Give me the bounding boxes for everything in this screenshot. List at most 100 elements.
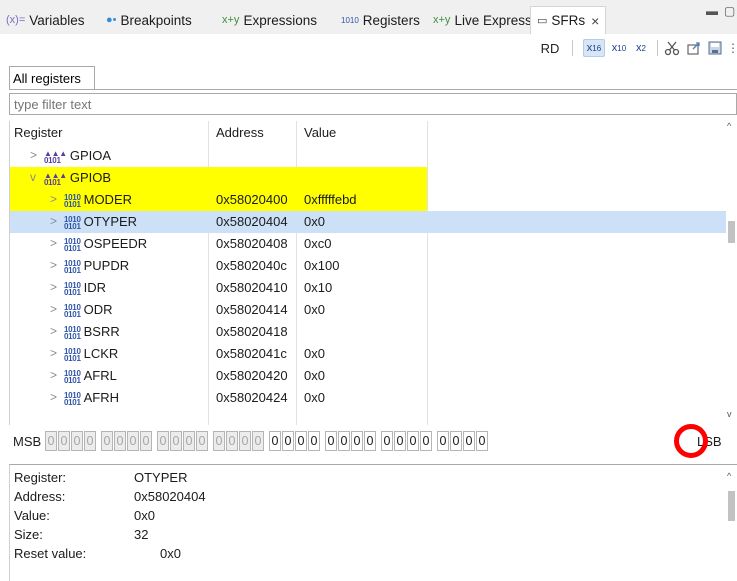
- tab-registers[interactable]: 1010 Registers: [341, 9, 420, 31]
- export-icon[interactable]: [686, 40, 702, 56]
- bit-cell[interactable]: 0: [463, 431, 475, 451]
- value-cell[interactable]: 0x10: [304, 280, 332, 295]
- bit-cell: 0: [58, 431, 70, 451]
- chevron-right-icon[interactable]: >: [50, 346, 57, 360]
- scroll-down-icon[interactable]: v: [727, 409, 732, 419]
- tab-all-registers[interactable]: All registers: [9, 66, 95, 90]
- register-row[interactable]: >1010 0101 AFRH 0x58020424 0x0: [10, 387, 727, 409]
- bit-cell[interactable]: 0: [295, 431, 307, 451]
- value-cell[interactable]: 0x0: [304, 302, 325, 317]
- register-icon: 1010 0101: [64, 346, 81, 363]
- minimize-icon[interactable]: ▬: [706, 4, 718, 18]
- scroll-thumb[interactable]: [728, 491, 735, 521]
- register-row[interactable]: >1010 0101 MODER 0x58020400 0xfffffebd: [10, 189, 727, 211]
- bit-cell: 0: [196, 431, 208, 451]
- bit-cell[interactable]: 0: [381, 431, 393, 451]
- bit-cell: 0: [101, 431, 113, 451]
- peripheral-row[interactable]: > ▲▲▲ 0101 GPIOA: [10, 145, 727, 167]
- chevron-right-icon[interactable]: >: [50, 214, 57, 228]
- maximize-icon[interactable]: ▢: [724, 4, 735, 18]
- toolbar-separator: [572, 40, 573, 56]
- bin-radix-sub: 2: [641, 43, 646, 53]
- register-row[interactable]: >1010 0101 IDR 0x58020410 0x10: [10, 277, 727, 299]
- table-scrollbar[interactable]: ^ v: [726, 121, 737, 425]
- bin-radix-button[interactable]: x2: [633, 39, 649, 57]
- details-scrollbar[interactable]: ^: [726, 465, 737, 581]
- bit-cell[interactable]: 0: [308, 431, 320, 451]
- msb-label: MSB: [13, 434, 42, 449]
- peripheral-row[interactable]: v ▲▲▲ 0101 GPIOB: [10, 167, 727, 189]
- column-header-address[interactable]: Address: [216, 125, 264, 140]
- value-cell[interactable]: 0x0: [304, 390, 325, 405]
- bit-cell: 0: [140, 431, 152, 451]
- bit-cell: 0: [127, 431, 139, 451]
- bit-cell: 0: [183, 431, 195, 451]
- value-cell[interactable]: 0x100: [304, 258, 339, 273]
- bit-cell[interactable]: 0: [364, 431, 376, 451]
- value-cell[interactable]: 0xc0: [304, 236, 331, 251]
- dec-radix-button[interactable]: x 10: [609, 39, 629, 57]
- tab-expressions[interactable]: x+y Expressions: [222, 9, 317, 31]
- column-header-value[interactable]: Value: [304, 125, 336, 140]
- bit-cell[interactable]: 0: [407, 431, 419, 451]
- chevron-right-icon[interactable]: >: [50, 258, 57, 272]
- address-cell: 0x5802040c: [216, 258, 287, 273]
- chevron-right-icon[interactable]: >: [50, 368, 57, 382]
- chevron-right-icon[interactable]: >: [50, 280, 57, 294]
- column-header-register[interactable]: Register: [14, 125, 62, 140]
- scroll-thumb[interactable]: [728, 221, 735, 243]
- register-name-cell: 1010 0101 LCKR: [64, 346, 118, 362]
- register-row[interactable]: >1010 0101 BSRR 0x58020418: [10, 321, 727, 343]
- chevron-right-icon[interactable]: >: [50, 324, 57, 338]
- bit-cell[interactable]: 0: [338, 431, 350, 451]
- bit-cell[interactable]: 0: [351, 431, 363, 451]
- chevron-right-icon[interactable]: >: [50, 390, 57, 404]
- register-icon: 1010 0101: [64, 214, 81, 231]
- scissors-icon[interactable]: [664, 40, 680, 56]
- chevron-right-icon[interactable]: >: [50, 302, 57, 316]
- chevron-down-icon[interactable]: v: [30, 170, 36, 184]
- register-row[interactable]: >1010 0101 ODR 0x58020414 0x0: [10, 299, 727, 321]
- close-icon[interactable]: ×: [591, 13, 599, 29]
- register-row[interactable]: >1010 0101 LCKR 0x5802041c 0x0: [10, 343, 727, 365]
- hex-radix-button[interactable]: x 16: [583, 39, 605, 57]
- read-button[interactable]: RD: [538, 39, 562, 57]
- register-row[interactable]: >1010 0101 OTYPER 0x58020404 0x0: [10, 211, 727, 233]
- detail-value-value: 0x0: [134, 508, 155, 523]
- address-cell: 0x58020400: [216, 192, 288, 207]
- bit-cell[interactable]: 0: [420, 431, 432, 451]
- sfrs-icon: ▭: [537, 15, 548, 27]
- bit-cell[interactable]: 0: [269, 431, 281, 451]
- bit-cell[interactable]: 0: [450, 431, 462, 451]
- register-row[interactable]: >1010 0101 PUPDR 0x5802040c 0x100: [10, 255, 727, 277]
- chevron-right-icon[interactable]: >: [30, 148, 37, 162]
- bit-cell[interactable]: 0: [437, 431, 449, 451]
- bit-cell: 0: [213, 431, 225, 451]
- register-icon: 1010 0101: [64, 236, 81, 253]
- chevron-right-icon[interactable]: >: [50, 236, 57, 250]
- value-cell[interactable]: 0xfffffebd: [304, 192, 357, 207]
- filter-input[interactable]: [9, 93, 737, 115]
- save-icon[interactable]: [707, 40, 723, 56]
- bit-cell[interactable]: 0: [394, 431, 406, 451]
- red-annotation-circle: [674, 424, 708, 458]
- tab-sfrs[interactable]: ▭ SFRs ×: [530, 6, 607, 34]
- register-name: AFRH: [83, 390, 119, 405]
- value-cell[interactable]: 0x0: [304, 368, 325, 383]
- register-row[interactable]: >1010 0101 AFRL 0x58020420 0x0: [10, 365, 727, 387]
- chevron-right-icon[interactable]: >: [50, 192, 57, 206]
- bit-cell[interactable]: 0: [282, 431, 294, 451]
- tab-breakpoints[interactable]: ●• Breakpoints: [106, 9, 192, 31]
- value-cell[interactable]: 0x0: [304, 214, 325, 229]
- tab-variables[interactable]: (x)= Variables: [6, 9, 85, 31]
- bit-cell[interactable]: 0: [325, 431, 337, 451]
- bit-cell[interactable]: 0: [476, 431, 488, 451]
- bit-cell: 0: [71, 431, 83, 451]
- scroll-up-icon[interactable]: ^: [727, 121, 731, 131]
- view-menu-icon[interactable]: ⋮: [727, 39, 737, 57]
- value-cell[interactable]: 0x0: [304, 346, 325, 361]
- address-cell: 0x58020404: [216, 214, 288, 229]
- register-row[interactable]: >1010 0101 OSPEEDR 0x58020408 0xc0: [10, 233, 727, 255]
- scroll-up-icon[interactable]: ^: [727, 471, 731, 481]
- detail-register-key: Register:: [14, 470, 67, 485]
